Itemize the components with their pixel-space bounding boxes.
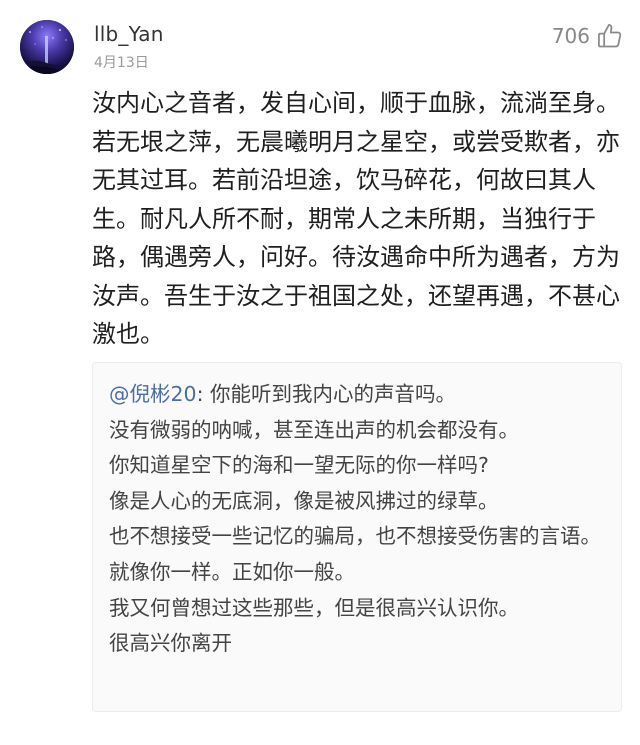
quote-first-line: @倪彬20: 你能听到我内心的声音吗。 [109, 377, 614, 413]
comment-date: 4月13日 [94, 55, 149, 71]
quote-line: 我又何曾想过这些那些，但是很高兴认识你。 [109, 595, 519, 620]
quote-line: 没有微弱的呐喊，甚至连出声的机会都没有。 [109, 417, 519, 442]
quote-first-line-text: : 你能听到我内心的声音吗。 [196, 382, 457, 406]
quote-line: 像是人心的无底洞，像是被风拂过的绿草。 [109, 488, 499, 513]
comment-body: 汝内心之音者，发自心间，顺于血脉，流淌至身。若无垠之萍，无晨曦明月之星空，或尝受… [92, 89, 620, 348]
like-button[interactable]: 706 [552, 22, 624, 50]
like-count: 706 [551, 24, 590, 48]
mention-link[interactable]: @倪彬20 [109, 382, 197, 406]
username[interactable]: llb_Yan [94, 22, 164, 46]
quote-line: 你知道星空下的海和一望无际的你一样吗? [109, 453, 489, 478]
comment-card: llb_Yan 4月13日 706 汝内心之音者，发自心间，顺于血脉，流淌至身。… [0, 0, 640, 745]
avatar[interactable] [20, 20, 74, 74]
avatar-image [20, 20, 74, 74]
quoted-reply-text: @倪彬20: 你能听到我内心的声音吗。 没有微弱的呐喊，甚至连出声的机会都没有。… [109, 377, 614, 662]
quote-line: 也不想接受一些记忆的骗局，也不想接受伤害的言语。 [109, 524, 601, 549]
quote-line: 很高兴你离开 [109, 631, 232, 656]
quoted-reply[interactable]: @倪彬20: 你能听到我内心的声音吗。 没有微弱的呐喊，甚至连出声的机会都没有。… [92, 362, 622, 712]
quote-line: 就像你一样。正如你一般。 [109, 559, 355, 584]
thumbs-up-icon[interactable] [596, 22, 624, 50]
